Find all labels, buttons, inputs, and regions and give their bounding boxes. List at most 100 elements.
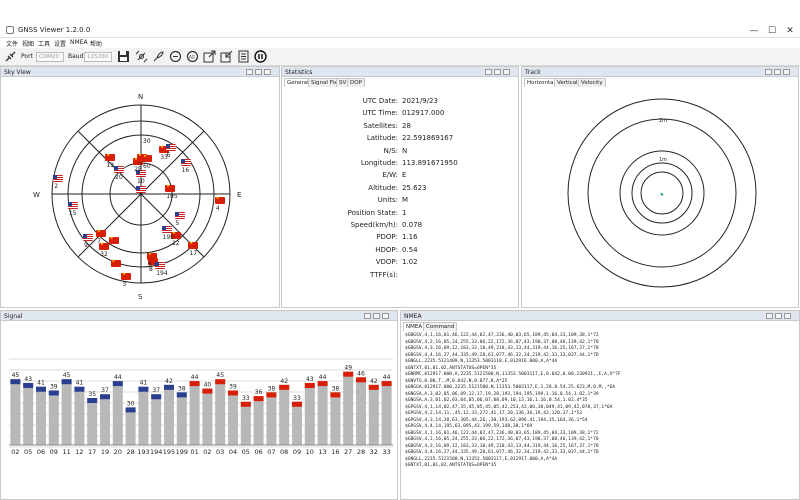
satellite-icon[interactable]: [135, 50, 148, 63]
signal-bar: [74, 386, 85, 445]
stat-label: Latitude:: [366, 134, 398, 143]
reset-icon[interactable]: [169, 50, 182, 63]
import-icon[interactable]: [220, 50, 233, 63]
signal-bar: [304, 382, 315, 445]
stat-value: M: [402, 196, 409, 205]
tab-velocity[interactable]: Velocity: [578, 78, 606, 87]
panel-minimize-button[interactable]: [765, 68, 772, 75]
baud-select[interactable]: 115200: [84, 52, 112, 62]
satellite-layer: 102833361320195512164199172159732381946: [1, 77, 279, 307]
signal-bar: [23, 382, 34, 445]
stat-label: E/W:: [382, 171, 398, 180]
menu-tools[interactable]: 工具: [38, 39, 50, 48]
panel-minimize-button[interactable]: [246, 68, 253, 75]
panel-close-button[interactable]: [264, 68, 271, 75]
satellite-id-label: 5: [175, 220, 180, 228]
close-button[interactable]: ✕: [783, 25, 797, 37]
signal-bar: [215, 379, 226, 445]
signal-value-label: 45: [63, 372, 71, 379]
signal-bar: [356, 377, 366, 445]
stat-row: Latitude: 22.591869167: [282, 134, 518, 144]
panel-restore-button[interactable]: [255, 68, 262, 75]
gps-flag-cap: [48, 390, 59, 396]
stat-row: UTC Time: 012917.000: [282, 109, 518, 119]
panel-close-button[interactable]: [503, 68, 510, 75]
rocket-icon[interactable]: [152, 50, 165, 63]
nmea-line: $GBGSV,4,3,16,09,12,183,33,10,49,218,43,…: [405, 346, 599, 351]
export-icon[interactable]: [203, 50, 216, 63]
beidou-flag-cap: [279, 384, 290, 390]
tab-dop[interactable]: DOP: [347, 78, 365, 87]
beidou-flag-cap: [304, 382, 315, 388]
beidou-flag-cap: [368, 384, 379, 390]
stat-label: PDOP:: [376, 233, 398, 242]
tab-command[interactable]: Command: [423, 322, 458, 331]
nmea-line: $GBGSV,4,2,16,05,24,255,33,06,22,172,36,…: [405, 437, 599, 442]
stat-label: Altitude:: [368, 183, 398, 192]
stat-label: Position State:: [347, 208, 398, 217]
panel-restore-button[interactable]: [774, 68, 781, 75]
tab-horizontal[interactable]: Horizontal: [524, 78, 559, 87]
menu-file[interactable]: 文件: [6, 39, 18, 48]
satellite-category-label: 28: [357, 448, 365, 456]
beidou-flag-cap: [317, 381, 328, 387]
port-select[interactable]: COM20: [36, 52, 64, 62]
nmea-line: $GNTXT,01,01,02,ANTSTATUS=OPEN*35: [405, 463, 497, 468]
menu-view[interactable]: 视图: [22, 39, 34, 48]
satellite-id-label: 15: [68, 210, 77, 218]
panel-minimize-button[interactable]: [766, 312, 773, 319]
signal-value-label: 45: [216, 372, 224, 379]
satellite-category-label: 17: [88, 448, 96, 456]
signal-value-label: 30: [127, 400, 135, 407]
gps-satellite-flag: [114, 165, 125, 173]
satellite-category-label: 03: [216, 448, 224, 456]
pause-icon[interactable]: [254, 50, 267, 63]
track-position-mark: [660, 192, 664, 197]
maximize-button[interactable]: ☐: [765, 25, 779, 37]
stat-row: VDOP: 1.02: [282, 258, 518, 268]
signal-bar: [151, 394, 162, 445]
signal-bar: [330, 392, 341, 445]
panel-minimize-button[interactable]: [485, 68, 492, 75]
panel-close-button[interactable]: [382, 312, 389, 319]
panel-restore-button[interactable]: [373, 312, 380, 319]
beidou-satellite-flag: [96, 228, 107, 237]
signal-value-label: 33: [293, 395, 301, 402]
satellite-id-label: 6: [148, 261, 152, 269]
minimize-button[interactable]: —: [747, 25, 761, 37]
connect-icon[interactable]: [4, 50, 17, 63]
panel-close-button[interactable]: [784, 312, 791, 319]
stat-value: 1.02: [402, 258, 418, 267]
log-icon[interactable]: [237, 50, 250, 63]
beidou-satellite-flag: [214, 195, 225, 204]
panel-close-button[interactable]: [783, 68, 790, 75]
gps-flag-cap: [112, 381, 123, 387]
satellite-id-label: 16: [181, 166, 190, 174]
panel-restore-button[interactable]: [775, 312, 782, 319]
panel-restore-button[interactable]: [494, 68, 501, 75]
menu-settings[interactable]: 设置: [54, 39, 66, 48]
tab-nmea[interactable]: NMEA: [403, 322, 426, 331]
satellite-id-label: 4: [215, 204, 220, 212]
menu-help[interactable]: 帮助: [90, 39, 102, 48]
stat-value: 0.078: [402, 221, 423, 229]
beidou-flag-cap: [266, 392, 277, 398]
satellite-category-label: 02: [203, 448, 211, 456]
beidou-flag-cap: [189, 381, 200, 387]
save-icon[interactable]: [117, 50, 130, 63]
satellite-id-label: 3: [138, 162, 143, 170]
signal-value-label: 36: [255, 389, 263, 396]
gps-satellite-flag: [174, 212, 185, 220]
signal-bar: [266, 392, 277, 445]
panel-minimize-button[interactable]: [364, 312, 371, 319]
stat-row: Speed(km/h): 0.078: [282, 221, 518, 231]
menu-nmea[interactable]: NMEA: [70, 39, 88, 46]
stat-row: Units: M: [282, 196, 518, 206]
agnss-icon[interactable]: AG: [186, 50, 199, 63]
track-ring-outer: [567, 98, 757, 288]
satellite-category-label: 199: [176, 448, 188, 456]
signal-value-label: 37: [101, 387, 109, 394]
stat-value: 22.591869167: [402, 134, 454, 143]
gps-flag-cap: [23, 382, 34, 388]
tab-vertical[interactable]: Vertical: [554, 78, 581, 87]
